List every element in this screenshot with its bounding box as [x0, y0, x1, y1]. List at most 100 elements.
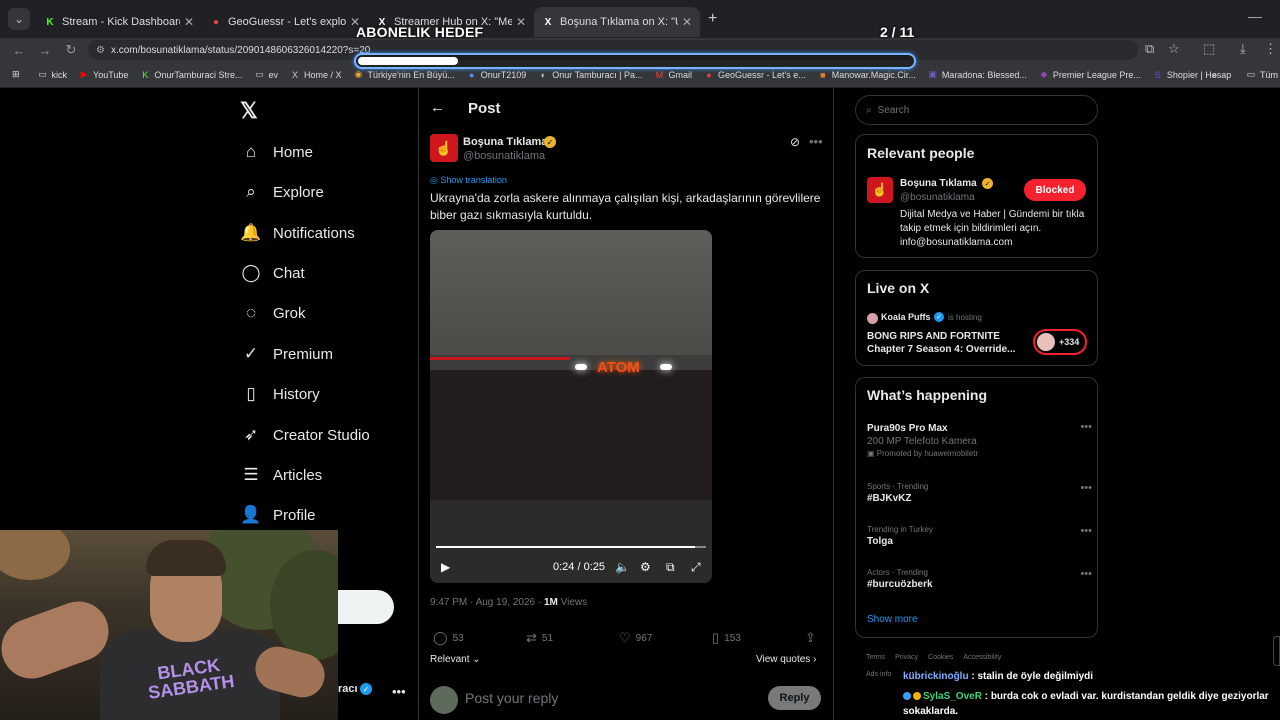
sidebar-item-profile[interactable]: 👤 Profile [240, 501, 315, 529]
post-timestamp[interactable]: 9:47 PM · Aug 19, 2026 · [430, 597, 544, 608]
footer-link[interactable]: Cookies [928, 654, 953, 661]
sidebar-item-creator-studio[interactable]: ➶ Creator Studio [240, 421, 370, 449]
author-avatar[interactable]: ☝ [430, 134, 458, 162]
apps-grid-icon[interactable]: ⊞ [12, 69, 20, 80]
reply-stat[interactable]: ◯ 53 [433, 630, 464, 646]
picture-in-picture-icon[interactable]: ⧉ [666, 560, 675, 575]
bookmark-item[interactable]: ● OnurT2109 [467, 69, 526, 80]
close-tab-icon[interactable]: ✕ [184, 15, 194, 29]
trend-more-icon[interactable]: ••• [1080, 482, 1092, 494]
extensions-icon[interactable]: ⬚ [1203, 41, 1215, 57]
close-tab-icon[interactable]: ✕ [516, 15, 526, 29]
trend-item[interactable]: Sports · Trending #BJKvKZ ••• [867, 482, 1092, 504]
site-info-icon[interactable]: ⚙ [96, 45, 105, 56]
bookmark-item[interactable]: ◆ Premier League Pre... [1039, 69, 1141, 80]
sidebar-item-grok[interactable]: ◌ Grok [240, 299, 306, 327]
footer-link[interactable]: Terms [866, 654, 885, 661]
trend-more-icon[interactable]: ••• [1080, 421, 1092, 433]
forward-arrow-icon[interactable]: → [32, 43, 58, 58]
sidebar-item-home[interactable]: ⌂ Home [240, 138, 313, 166]
person-name[interactable]: Boşuna Tıklama [900, 178, 977, 189]
volume-icon[interactable]: 🔈 [615, 560, 630, 574]
ads-info-link[interactable]: Ads info [866, 671, 891, 678]
download-icon[interactable]: ⤓ [1240, 41, 1246, 57]
search-input[interactable]: ⌕ Search [855, 95, 1098, 125]
person-avatar[interactable]: ☝ [867, 177, 893, 203]
bookmark-item[interactable]: M Gmail [655, 70, 692, 80]
bookmark-item[interactable]: ▭ ev [254, 69, 278, 80]
account-more-icon[interactable]: ••• [392, 684, 406, 699]
settings-gear-icon[interactable]: ⚙ [640, 560, 651, 574]
reply-button[interactable]: Reply [768, 686, 821, 710]
video-progress-bar[interactable] [436, 546, 706, 548]
trend-more-icon[interactable]: ••• [1080, 568, 1092, 580]
reply-input[interactable]: Post your reply [465, 690, 558, 706]
footer-link[interactable]: Privacy [895, 654, 918, 661]
live-stream-title[interactable]: BONG RIPS AND FORTNITE Chapter 7 Season … [867, 330, 1027, 356]
tab-search-button[interactable]: ⌄ [8, 8, 30, 30]
sidebar-item-chat[interactable]: ◯ Chat [240, 259, 304, 287]
bookmark-item[interactable]: ◉ Türkiye'nin En Büyü... [353, 69, 455, 80]
person-icon: ● [469, 69, 475, 80]
close-tab-icon[interactable]: ✕ [682, 15, 692, 29]
trend-item[interactable]: Trending in Turkey Tolga ••• [867, 525, 1092, 547]
window-minimize-button[interactable]: — [1248, 8, 1262, 24]
grok-explain-icon[interactable]: ⊘ [790, 135, 800, 149]
share-icon[interactable]: ⇪ [805, 630, 821, 646]
sidebar-item-notifications[interactable]: 🔔 Notifications [240, 219, 354, 247]
sidebar-item-history[interactable]: ▯ History [240, 380, 319, 408]
bookmark-item[interactable]: ▣ Maradona: Blessed... [928, 69, 1027, 80]
live-listeners-pill[interactable]: +334 [1033, 329, 1087, 355]
bookmark-item[interactable]: ▭ kick [38, 69, 67, 80]
play-icon[interactable]: ▶ [441, 560, 450, 574]
back-arrow-icon[interactable]: ← [6, 43, 32, 58]
repost-stat[interactable]: ⇄ 51 [526, 630, 553, 646]
x-logo-icon[interactable]: 𝕏 [240, 98, 258, 124]
all-bookmarks-folder[interactable]: ▭ Tüm [1246, 69, 1278, 80]
bookmark-item[interactable]: S Shopier | Hesap [1153, 70, 1231, 80]
video-player[interactable]: ATOM ▶ 0:24 / 0:25 🔈 ⚙ ⧉ ⤢ [430, 230, 712, 583]
reload-icon[interactable]: ↻ [58, 42, 84, 58]
footer-link[interactable]: Accessibility [963, 654, 1001, 661]
globe-icon: ◉ [354, 69, 363, 79]
show-more-link[interactable]: Show more [867, 614, 918, 625]
verified-badge-icon: ✓ [982, 178, 993, 189]
person-handle[interactable]: @bosunatiklama [900, 192, 975, 203]
author-handle[interactable]: @bosunatiklama [463, 150, 545, 162]
trend-more-icon[interactable]: ••• [1080, 525, 1092, 537]
author-name[interactable]: Boşuna Tıklama [463, 136, 547, 148]
post-button[interactable] [338, 590, 394, 624]
sidebar-item-premium[interactable]: ✓ Premium [240, 340, 333, 368]
goal-progress-bar [354, 53, 916, 69]
bookmark-item[interactable]: X Home / X [290, 70, 342, 80]
bookmark-item[interactable]: ◐ Onur Tamburacı | Pa... [538, 70, 643, 80]
account-name[interactable]: racı [338, 683, 358, 695]
post-more-icon[interactable]: ••• [809, 134, 823, 149]
more-bookmarks-icon[interactable]: » [1212, 70, 1217, 80]
bookmark-stat[interactable]: ▯ 153 [712, 630, 741, 646]
browser-tab[interactable]: ●GeoGuessr - Let's explore the w✕ [202, 7, 368, 37]
view-quotes-link[interactable]: View quotes › [756, 654, 816, 665]
install-app-icon[interactable]: ⧉ [1145, 41, 1154, 57]
bookmark-item[interactable]: ▶ YouTube [79, 69, 129, 80]
sort-replies-dropdown[interactable]: Relevant ⌄ [430, 654, 481, 665]
browser-tab[interactable]: K Stream - Kick Dashboard ✕ [36, 7, 202, 37]
side-panel-handle[interactable] [1273, 636, 1280, 666]
bookmark-item[interactable]: ■ Manowar.Magic.Cir... [818, 70, 916, 80]
bookmark-item[interactable]: K OnurTamburaci Stre... [140, 70, 242, 80]
browser-menu-icon[interactable]: ⋮ [1264, 41, 1277, 57]
sidebar-item-explore[interactable]: ⌕ Explore [240, 178, 324, 206]
trend-item[interactable]: Actors · Trending #burcuözberk ••• [867, 568, 1092, 590]
back-arrow-icon[interactable]: ← [430, 99, 445, 116]
blocked-button[interactable]: Blocked [1024, 179, 1086, 201]
host-name[interactable]: Koala Puffs [881, 312, 931, 322]
sidebar-item-articles[interactable]: ☰ Articles [240, 461, 322, 489]
like-stat[interactable]: ♡ 967 [619, 630, 652, 646]
bookmark-star-icon[interactable]: ☆ [1168, 41, 1180, 57]
new-tab-button[interactable]: + [708, 10, 717, 28]
fullscreen-icon[interactable]: ⤢ [691, 560, 701, 575]
browser-tab[interactable]: X Boşuna Tıklama on X: "Ukrayna ✕ [534, 7, 700, 37]
show-translation-link[interactable]: ◎ Show translation [430, 175, 507, 186]
trend-item[interactable]: Pura90s Pro Max 200 MP Telefoto Kamera ▣ P… [867, 421, 1092, 458]
bookmark-item[interactable]: ● GeoGuessr - Let's e... [704, 70, 805, 80]
